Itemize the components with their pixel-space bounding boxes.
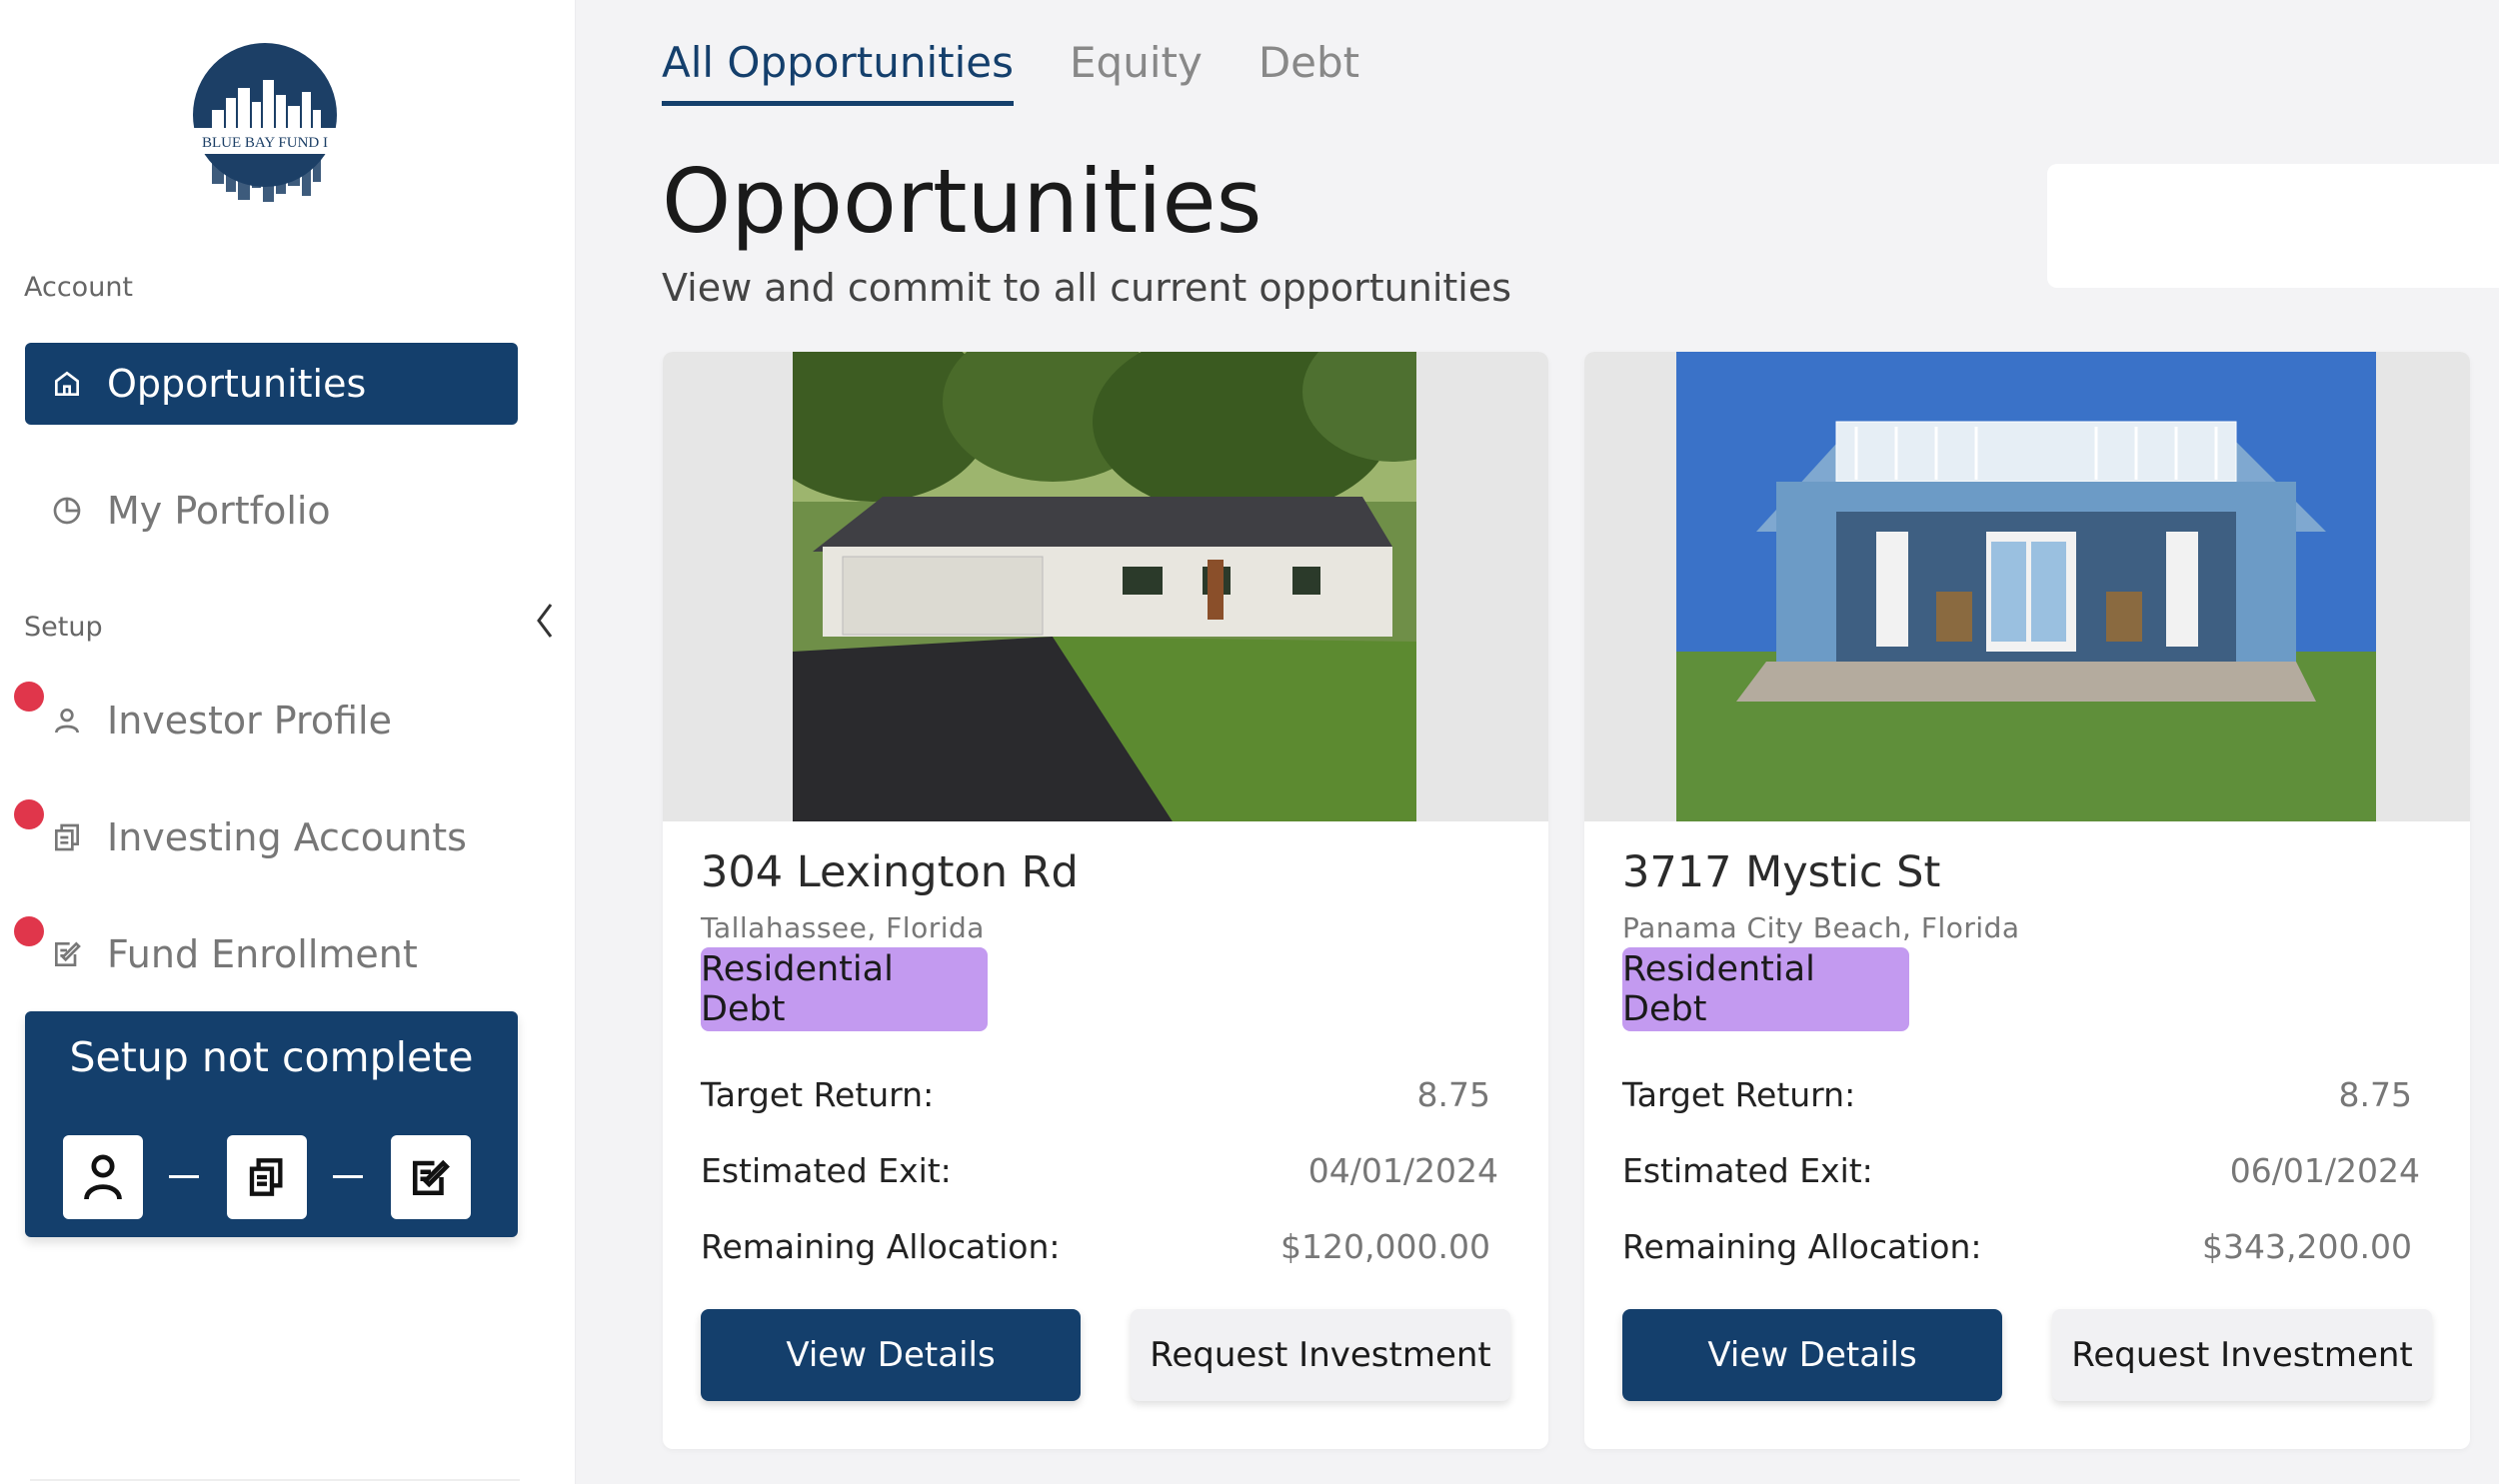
remaining-allocation-label: Remaining Allocation:: [701, 1227, 1061, 1266]
setup-step-fund-enrollment[interactable]: [391, 1135, 471, 1219]
sidebar-item-label: Investing Accounts: [107, 815, 467, 859]
sidebar: BLUE BAY FUND I Account Opportunities My…: [0, 0, 576, 1484]
property-location: Tallahassee, Florida: [701, 911, 985, 944]
request-investment-button[interactable]: Request Investment: [2052, 1309, 2432, 1401]
step-connector: [169, 1175, 199, 1178]
view-details-button[interactable]: View Details: [701, 1309, 1081, 1401]
setup-status-title: Setup not complete: [69, 1033, 474, 1081]
estimated-exit-value: 06/01/2024: [2229, 1151, 2420, 1190]
property-photo[interactable]: [793, 352, 1416, 821]
copy-icon: [249, 1158, 283, 1196]
tab-debt[interactable]: Debt: [1258, 38, 1359, 106]
user-icon: [84, 1154, 122, 1200]
tab-equity[interactable]: Equity: [1070, 38, 1203, 106]
page-subtitle: View and commit to all current opportuni…: [662, 266, 1512, 310]
estimated-exit-label: Estimated Exit:: [701, 1151, 952, 1190]
collapse-sidebar-button[interactable]: [525, 598, 565, 644]
estimated-exit-value: 04/01/2024: [1307, 1151, 1498, 1190]
opportunity-card: 3717 Mystic St Panama City Beach, Florid…: [1584, 352, 2470, 1449]
setup-status-panel: Setup not complete: [25, 1011, 518, 1237]
copy-icon: [49, 819, 85, 855]
setup-section-label: Setup: [24, 612, 103, 643]
sidebar-item-label: Opportunities: [107, 362, 367, 406]
sidebar-item-label: Fund Enrollment: [107, 932, 418, 976]
remaining-allocation-value: $120,000.00: [1280, 1227, 1490, 1266]
property-location: Panama City Beach, Florida: [1622, 911, 2020, 944]
step-connector: [333, 1175, 363, 1178]
target-return-value: 8.75: [1416, 1075, 1490, 1114]
sidebar-item-investor-profile[interactable]: Investor Profile: [25, 680, 518, 761]
target-return-row: Target Return: 8.75: [701, 1075, 1490, 1114]
fund-logo: BLUE BAY FUND I: [190, 40, 340, 205]
top-right-panel: [2047, 164, 2499, 288]
category-badge: Residential Debt: [1622, 947, 1909, 1031]
sidebar-item-label: My Portfolio: [107, 489, 331, 533]
estimated-exit-row: Estimated Exit: 06/01/2024: [1622, 1151, 2420, 1190]
remaining-allocation-label: Remaining Allocation:: [1622, 1227, 1982, 1266]
opportunity-card: 304 Lexington Rd Tallahassee, Florida Re…: [663, 352, 1548, 1449]
remaining-allocation-row: Remaining Allocation: $120,000.00: [701, 1227, 1490, 1266]
sidebar-item-fund-enrollment[interactable]: Fund Enrollment: [25, 913, 518, 995]
edit-form-icon: [49, 936, 85, 972]
property-photo[interactable]: [1676, 352, 2376, 821]
request-investment-button[interactable]: Request Investment: [1131, 1309, 1510, 1401]
tab-all-opportunities[interactable]: All Opportunities: [662, 38, 1014, 106]
target-return-label: Target Return:: [701, 1075, 935, 1114]
property-title: 304 Lexington Rd: [701, 847, 1079, 897]
sidebar-item-label: Investor Profile: [107, 699, 392, 742]
home-icon: [49, 366, 85, 402]
category-badge: Residential Debt: [701, 947, 988, 1031]
remaining-allocation-row: Remaining Allocation: $343,200.00: [1622, 1227, 2412, 1266]
remaining-allocation-value: $343,200.00: [2202, 1227, 2412, 1266]
estimated-exit-label: Estimated Exit:: [1622, 1151, 1873, 1190]
target-return-row: Target Return: 8.75: [1622, 1075, 2412, 1114]
divider: [30, 1479, 520, 1481]
view-details-button[interactable]: View Details: [1622, 1309, 2002, 1401]
setup-step-investing-accounts[interactable]: [227, 1135, 307, 1219]
target-return-value: 8.75: [2338, 1075, 2412, 1114]
photo-area: [1584, 352, 2470, 821]
opportunity-tabs: All Opportunities Equity Debt: [662, 38, 1359, 106]
photo-area: [663, 352, 1548, 821]
page-title: Opportunities: [662, 150, 1262, 253]
account-section-label: Account: [24, 272, 134, 303]
pie-chart-icon: [49, 493, 85, 529]
user-icon: [49, 703, 85, 739]
logo-text: BLUE BAY FUND I: [202, 135, 328, 151]
sidebar-item-opportunities[interactable]: Opportunities: [25, 343, 518, 425]
chevron-left-icon: [537, 604, 553, 638]
target-return-label: Target Return:: [1622, 1075, 1856, 1114]
sidebar-item-investing-accounts[interactable]: Investing Accounts: [25, 796, 518, 878]
property-title: 3717 Mystic St: [1622, 847, 1941, 897]
setup-step-investor-profile[interactable]: [63, 1135, 143, 1219]
edit-form-icon: [412, 1159, 450, 1196]
sidebar-item-my-portfolio[interactable]: My Portfolio: [25, 470, 518, 552]
estimated-exit-row: Estimated Exit: 04/01/2024: [701, 1151, 1498, 1190]
